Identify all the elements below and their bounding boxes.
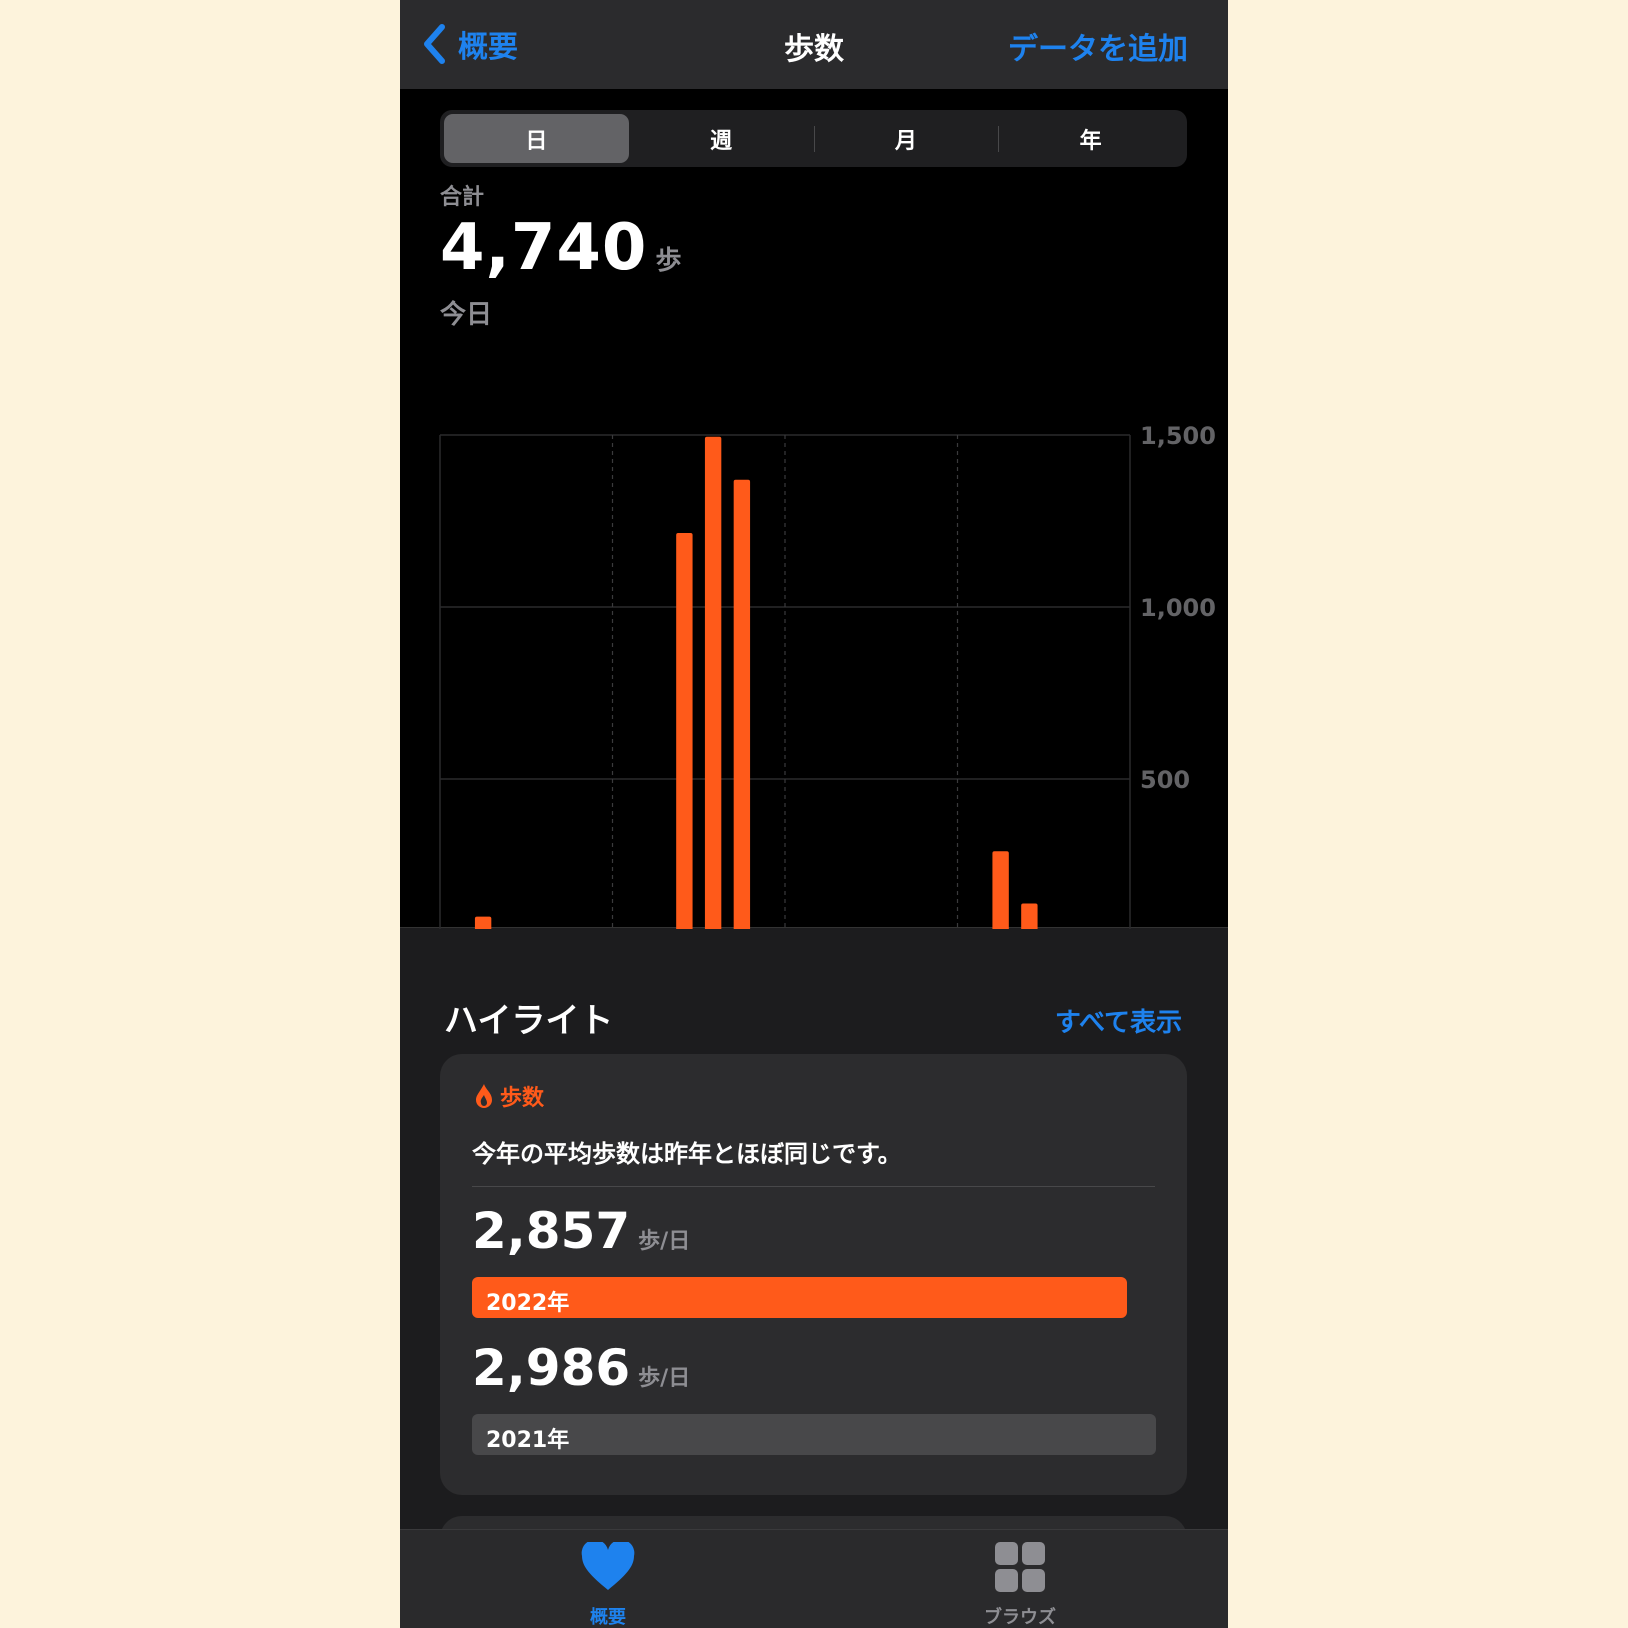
y-tick-label: 1,000 [1140,594,1216,622]
total-unit: 歩 [655,246,683,276]
total-label: 合計 [440,185,485,210]
previous-year-bar: 2021年 [472,1414,1156,1455]
bar-hour-1 [474,916,492,929]
previous-year-unit: 歩/日 [638,1366,691,1391]
heart-icon [581,1539,635,1590]
bar-hour-10 [733,479,751,929]
show-all-link[interactable]: すべて表示 [1055,1002,1182,1039]
previous-year-value: 2,986 [472,1339,631,1397]
card-category-label: 歩数 [500,1086,545,1111]
bar-hour-19 [992,851,1009,929]
grid-icon [995,1542,1045,1592]
phone-screen: 概要 歩数 データを追加 日 週 月 年 合計 4,740歩 今日 05001,… [400,0,1228,1628]
card-category: 歩数 [474,1080,544,1112]
tab-browse[interactable]: ブラウズ [950,1542,1090,1628]
nav-bar: 概要 歩数 データを追加 [400,0,1228,89]
current-year-average: 2,857 歩/日 [472,1202,690,1260]
current-year-value: 2,857 [472,1202,631,1260]
divider [472,1186,1155,1187]
segment-week[interactable]: 週 [629,114,814,163]
tab-browse-label: ブラウズ [984,1607,1056,1628]
bar-hour-20 [1021,903,1038,929]
highlight-text: 今年の平均歩数は昨年とほぼ同じです。 [472,1140,902,1168]
current-year-unit: 歩/日 [638,1229,691,1254]
total-steps: 4,740 [440,211,648,285]
add-data-button[interactable]: データを追加 [1008,24,1188,68]
total-value: 4,740 歩 [440,211,682,285]
tab-bar: 概要 ブラウズ [400,1529,1228,1628]
flame-icon [476,1084,492,1108]
tab-summary-label: 概要 [590,1607,626,1628]
segment-year[interactable]: 年 [998,114,1183,163]
y-tick-label: 1,500 [1140,422,1216,450]
highlight-card[interactable]: 歩数 今年の平均歩数は昨年とほぼ同じです。 2,857 歩/日 2022年 2,9… [440,1054,1187,1495]
date-label: 今日 [440,300,493,330]
bar-hour-8 [676,533,693,929]
segment-month[interactable]: 月 [813,114,999,163]
current-year-bar: 2022年 [472,1277,1127,1318]
previous-year-average: 2,986 歩/日 [472,1339,690,1397]
bar-hour-9 [704,436,722,929]
steps-chart-panel: 日 週 月 年 合計 4,740歩 今日 05001,0001,5000時6時1… [400,89,1228,929]
segment-day[interactable]: 日 [444,114,629,163]
hourly-steps-chart: 05001,0001,5000時6時12時18時 [439,422,1216,929]
y-tick-label: 500 [1140,766,1190,794]
highlights-title: ハイライト [444,1001,614,1041]
period-segmented-control: 日 週 月 年 [440,110,1187,167]
tab-summary[interactable]: 概要 [538,1539,678,1628]
